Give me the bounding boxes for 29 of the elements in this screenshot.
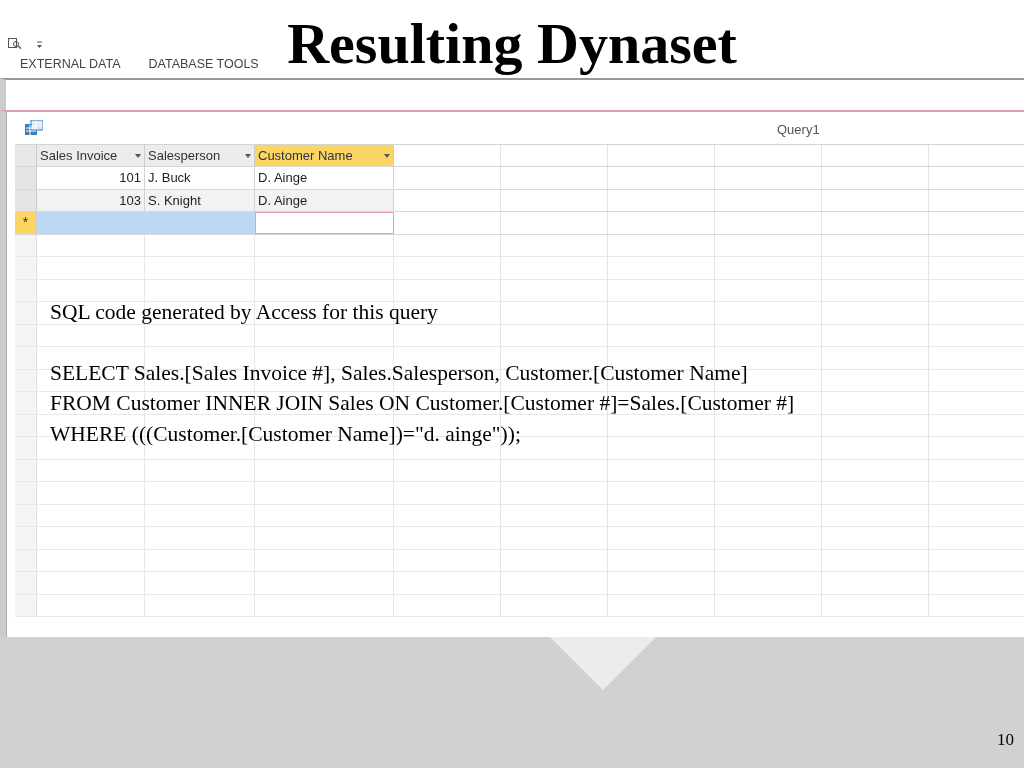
dropdown-arrow-icon[interactable] bbox=[245, 153, 251, 158]
table-cell: 103 bbox=[37, 189, 145, 211]
column-header[interactable]: Salesperson bbox=[145, 145, 255, 166]
ribbon-tab[interactable]: DATABASE TOOLS bbox=[148, 54, 259, 74]
table-cell: J. Buck bbox=[145, 167, 255, 189]
print-preview-icon[interactable] bbox=[8, 38, 22, 49]
new-record-cell[interactable] bbox=[37, 212, 145, 234]
column-header[interactable]: Customer Name bbox=[255, 145, 394, 166]
dropdown-arrow-icon[interactable] bbox=[384, 153, 390, 158]
column-header[interactable]: Sales Invoice bbox=[37, 145, 145, 166]
new-record-cell[interactable] bbox=[145, 212, 255, 234]
active-cell[interactable] bbox=[255, 212, 394, 234]
dropdown-arrow-icon[interactable] bbox=[135, 153, 141, 158]
row-selector[interactable] bbox=[15, 189, 37, 211]
datasheet-icon bbox=[25, 120, 43, 136]
new-record-marker[interactable]: * bbox=[15, 212, 37, 234]
table-cell: 101 bbox=[37, 167, 145, 189]
select-all-corner[interactable] bbox=[15, 145, 37, 166]
slide-title: Resulting Dynaset bbox=[287, 10, 737, 78]
ribbon-tab[interactable]: EXTERNAL DATA bbox=[20, 54, 121, 74]
sql-code-line: SELECT Sales.[Sales Invoice #], Sales.Salesperson, Customer.[Customer Name] bbox=[50, 359, 748, 387]
sql-code-line: WHERE (((Customer.[Customer Name])="d. ainge")); bbox=[50, 420, 521, 448]
page-number: 10 bbox=[997, 728, 1014, 751]
table-cell: S. Knight bbox=[145, 189, 255, 211]
customize-dropdown-icon[interactable] bbox=[36, 41, 43, 49]
sql-caption: SQL code generated by Access for this query bbox=[50, 299, 438, 326]
sql-code-line: FROM Customer INNER JOIN Sales ON Customer.[Customer #]=Sales.[Customer #] bbox=[50, 390, 795, 417]
row-selector[interactable] bbox=[15, 167, 37, 189]
query-tab-title[interactable]: Query1 bbox=[777, 120, 820, 140]
